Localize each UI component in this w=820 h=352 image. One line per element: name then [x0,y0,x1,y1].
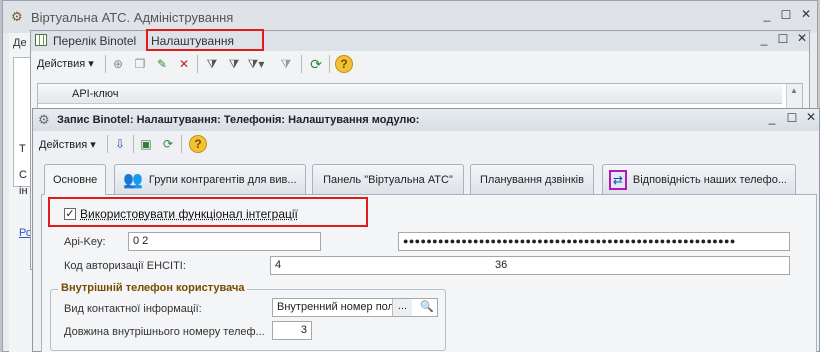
main-close-button[interactable]: ✕ [797,7,815,21]
settings-tab-highlight [146,29,264,51]
record-toolbar: Действия ▾ ⇩ ▣ ⟳ ? [33,133,819,155]
list-actions-menu[interactable]: Действия ▾ [37,57,94,70]
refresh-icon[interactable]: ⟳ [307,55,325,73]
api-key-input[interactable]: 0 2 [128,232,321,251]
api-secret-input[interactable]: ●●●●●●●●●●●●●●●●●●●●●●●●●●●●●●●●●●●●●●●●… [398,232,790,251]
record-help-icon[interactable]: ? [189,135,207,153]
left-text-c: С [19,169,27,181]
tab-counterparty-groups-label: Групи контрагентів для вив... [148,173,297,186]
phone-sync-icon: ⇄ [609,169,627,190]
auth-code-label: Код авторизації ЕНСІТІ: [64,260,186,272]
number-length-label: Довжина внутрішнього номеру телеф... [64,326,265,338]
list-actions-label: Действия [37,58,86,70]
tab-call-planning-label: Планування дзвінків [480,173,584,186]
record-actions-menu[interactable]: Действия ▾ [39,138,96,151]
record-window-title: Запис Binotel: Налаштування: Телефонія: … [57,114,420,126]
search-icon[interactable]: 🔍 [418,299,436,316]
record-actions-label: Действия [39,139,88,151]
toolbar-separator [197,55,198,73]
tab-phone-mapping[interactable]: ⇄ Відповідність наших телефо... [602,164,796,194]
list-maximize-button[interactable]: ☐ [774,32,792,46]
number-length-input[interactable]: 3 [272,321,312,340]
left-text-t: Т [19,143,26,155]
help-icon[interactable]: ? [335,55,353,73]
app-icon: ⚙ [11,9,23,24]
list-toolbar: Действия ▾ ⊕ ❐ ✎ ✕ ⧩ ⧩ ⧩▾ ⧩ ⟳ ? [31,53,809,75]
list-minimize-button[interactable]: _ [755,32,773,46]
auth-code-input[interactable]: 4 36 [270,256,790,275]
toolbar-separator [301,55,302,73]
tab-counterparty-groups[interactable]: 👥 Групи контрагентів для вив... [114,164,306,194]
add-icon[interactable]: ⊕ [109,55,127,73]
refresh-record-icon[interactable]: ⟳ [159,135,177,153]
tab-main[interactable]: Основне [44,164,106,195]
list-column-header[interactable]: API-ключ [38,84,782,104]
main-minimize-button[interactable]: _ [758,8,776,22]
api-key-label: Api-Key: [64,236,106,248]
main-maximize-button[interactable]: ☐ [777,8,795,22]
main-window-title: Віртуальна АТС. Адміністрування [31,10,234,25]
toolbar-separator [181,135,182,153]
group-icon: 👥 [123,171,143,189]
grid-icon [35,34,47,46]
record-window-titlebar: ⚙ Запис Binotel: Налаштування: Телефонія… [33,109,819,131]
ellipsis-button[interactable]: ... [392,299,412,316]
use-integration-highlight [48,197,368,227]
record-maximize-button[interactable]: ☐ [783,111,801,125]
save-close-icon[interactable]: ⇩ [111,135,129,153]
copy-icon[interactable]: ❐ [131,55,149,73]
contact-info-value: Внутренний номер пол [277,301,394,313]
internal-phone-group-title: Внутрішній телефон користувача [58,282,248,294]
contact-info-select[interactable]: Внутренний номер пол [272,298,438,317]
gear-icon: ⚙ [38,112,50,127]
record-close-button[interactable]: ✕ [802,110,820,124]
tab-virtual-pbx-panel-label: Панель "Віртуальна АТС" [323,173,453,186]
filter-icon[interactable]: ⧩ [203,55,221,73]
left-text-i: ін [19,185,28,197]
filter-list-icon[interactable]: ⧩▾ [247,55,265,73]
clear-filter-icon[interactable]: ⧩ [277,55,295,73]
toolbar-separator [105,55,106,73]
toolbar-separator [133,135,134,153]
tab-phone-mapping-label: Відповідність наших телефо... [632,173,787,186]
left-panel-tab[interactable]: Де [13,37,27,49]
list-window-title: Перелік Binotel [53,34,137,48]
delete-icon[interactable]: ✕ [175,55,193,73]
list-close-button[interactable]: ✕ [793,31,811,45]
toolbar-separator [107,135,108,153]
save-icon[interactable]: ▣ [137,135,155,153]
record-minimize-button[interactable]: _ [763,111,781,125]
tab-virtual-pbx-panel[interactable]: Панель "Віртуальна АТС" [312,164,464,194]
tab-call-planning[interactable]: Планування дзвінків [470,164,594,194]
filter-by-value-icon[interactable]: ⧩ [225,55,243,73]
scroll-up-icon[interactable]: ▲ [790,86,798,95]
tab-main-label: Основне [53,173,98,186]
api-key-column-label: API-ключ [72,88,119,100]
toolbar-separator [329,55,330,73]
main-window-titlebar: ⚙ Віртуальна АТС. Адміністрування _ ☐ ✕ [3,1,817,33]
edit-icon[interactable]: ✎ [153,55,171,73]
contact-info-label: Вид контактної інформації: [64,303,202,315]
